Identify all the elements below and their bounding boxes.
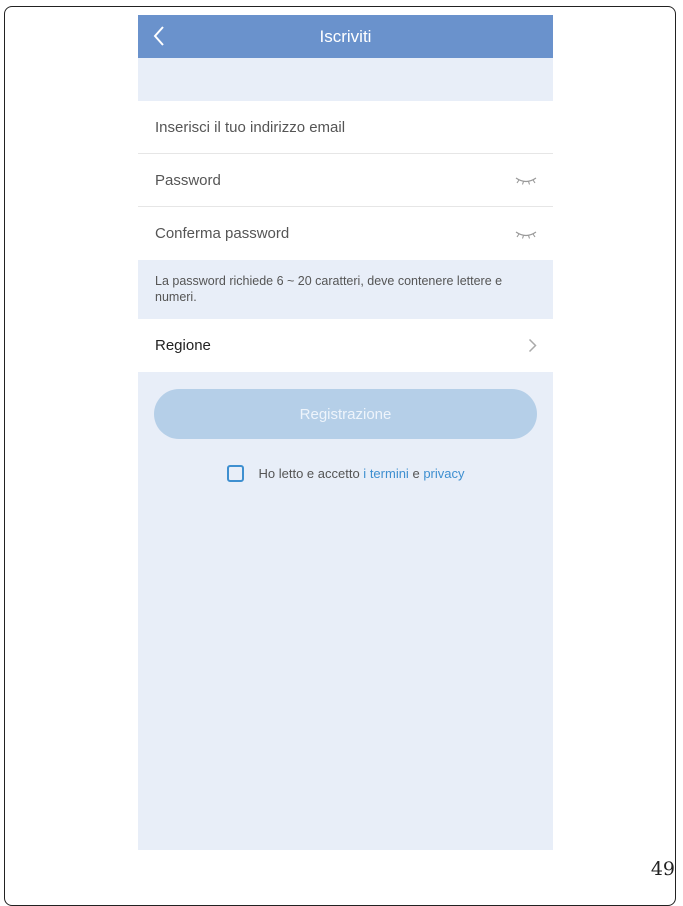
registration-form [138, 101, 553, 260]
confirm-password-field[interactable] [155, 225, 515, 242]
privacy-link[interactable]: privacy [423, 466, 464, 481]
password-hint: La password richiede 6 ~ 20 caratteri, d… [155, 274, 503, 304]
eye-closed-icon[interactable] [515, 229, 537, 239]
eye-closed-icon[interactable] [515, 175, 537, 185]
page-number: 49 [650, 858, 675, 880]
terms-link[interactable]: termini [370, 466, 409, 481]
agreement-conjunction: e [412, 466, 420, 481]
register-button[interactable]: Registrazione [154, 389, 537, 439]
chevron-right-icon [528, 338, 537, 353]
agreement-article: i [363, 466, 367, 481]
top-bar: Iscriviti [138, 15, 553, 58]
region-selector[interactable]: Regione [138, 319, 553, 372]
agreement-text: Ho letto e accetto [258, 466, 360, 481]
password-field[interactable] [155, 171, 515, 189]
password-row [138, 154, 553, 207]
region-label: Regione [155, 337, 211, 354]
page-title: Iscriviti [319, 27, 372, 46]
terms-agreement: Ho letto e accetto i termini e privacy [138, 465, 553, 482]
phone-screen: Iscriviti La passw [138, 15, 553, 850]
email-field[interactable] [155, 118, 537, 136]
confirm-password-row [138, 207, 553, 260]
terms-checkbox[interactable] [226, 465, 244, 482]
email-row [138, 101, 553, 154]
